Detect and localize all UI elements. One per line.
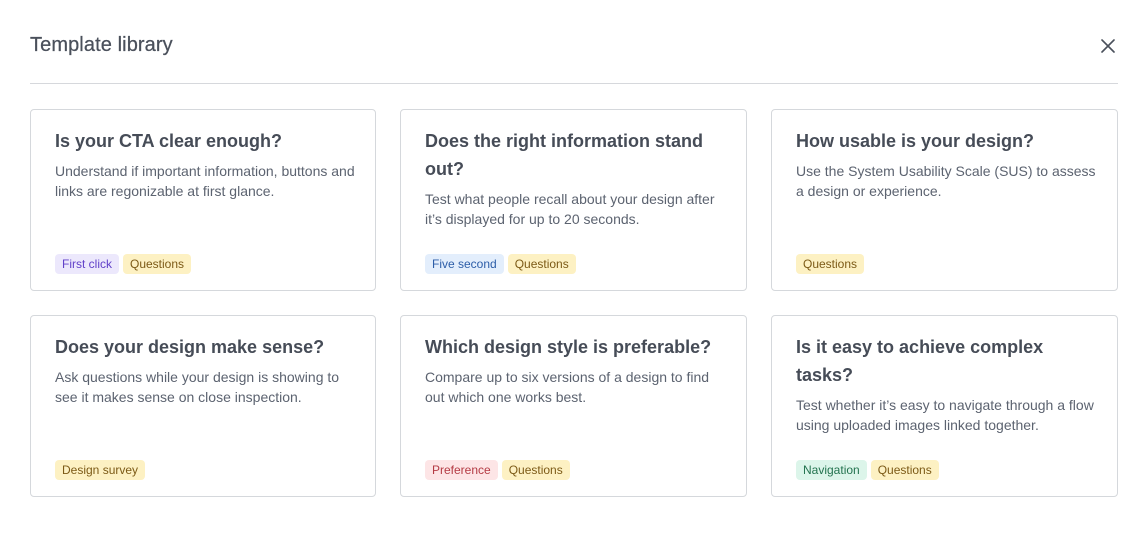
card-title: How usable is your design? bbox=[796, 131, 1035, 151]
tag-badge: Questions bbox=[870, 460, 939, 480]
modal-title: Template library bbox=[30, 34, 173, 56]
card-description: Test whether it’s easy to navigate throu… bbox=[796, 397, 1094, 433]
card-description: Use the System Usability Scale (SUS) to … bbox=[796, 163, 1096, 199]
template-card[interactable]: Does the right information stand out? Te… bbox=[400, 109, 747, 291]
tag-badge: Questions bbox=[501, 460, 570, 480]
card-title: Is your CTA clear enough? bbox=[55, 131, 283, 151]
card-tags: Preference Questions bbox=[425, 460, 570, 480]
card-description: Ask questions while your design is showi… bbox=[55, 369, 340, 405]
tag-badge: Preference bbox=[425, 460, 498, 480]
template-card[interactable]: Is it easy to achieve complex tasks? Tes… bbox=[771, 315, 1118, 497]
template-card[interactable]: How usable is your design? Use the Syste… bbox=[771, 109, 1118, 291]
card-tags: Five second Questions bbox=[425, 254, 576, 274]
card-title: Which design style is preferable? bbox=[425, 337, 712, 357]
close-button[interactable] bbox=[1098, 36, 1118, 56]
template-library-modal: Template library Is your CTA clear enoug… bbox=[0, 0, 1146, 542]
card-description: Test what people recall about your desig… bbox=[425, 191, 715, 227]
template-card[interactable]: Does your design make sense? Ask questio… bbox=[30, 315, 376, 497]
tag-badge: Design survey bbox=[55, 460, 146, 480]
tag-badge: Questions bbox=[507, 254, 576, 274]
tag-badge: Questions bbox=[796, 254, 865, 274]
template-card[interactable]: Is your CTA clear enough? Understand if … bbox=[30, 109, 376, 291]
card-description: Compare up to six versions of a design t… bbox=[425, 369, 710, 405]
card-title: Does your design make sense? bbox=[55, 337, 325, 357]
tag-badge: Five second bbox=[425, 254, 504, 274]
card-tags: Navigation Questions bbox=[796, 460, 939, 480]
modal-header: Template library bbox=[30, 0, 1118, 84]
card-tags: Questions bbox=[796, 254, 865, 274]
card-tags: First click Questions bbox=[55, 254, 192, 274]
card-title: Is it easy to achieve complex tasks? bbox=[796, 337, 1044, 385]
tag-badge: Questions bbox=[123, 254, 192, 274]
template-grid: Is your CTA clear enough? Understand if … bbox=[30, 109, 1118, 497]
tag-badge: Navigation bbox=[796, 460, 867, 480]
card-tags: Design survey bbox=[55, 460, 146, 480]
card-title: Does the right information stand out? bbox=[425, 131, 704, 179]
tag-badge: First click bbox=[55, 254, 119, 274]
card-description: Understand if important information, but… bbox=[55, 163, 355, 199]
template-card[interactable]: Which design style is preferable? Compar… bbox=[400, 315, 747, 497]
close-icon bbox=[1101, 39, 1115, 53]
